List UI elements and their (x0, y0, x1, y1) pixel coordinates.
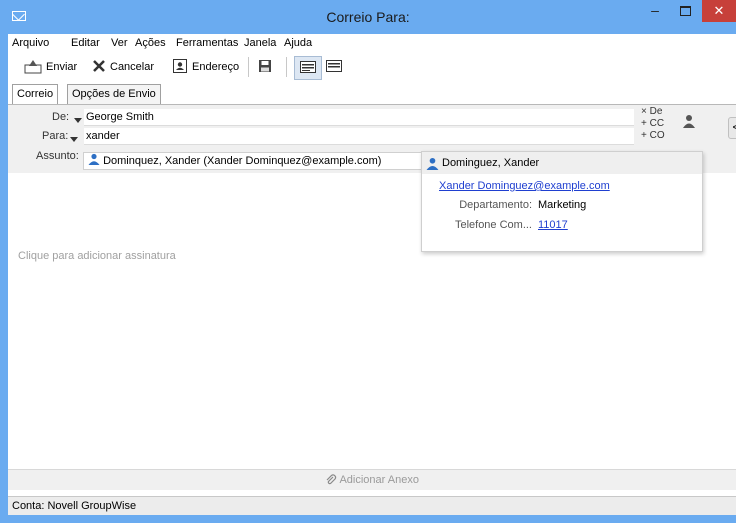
add-bcc-link[interactable]: + CO (641, 130, 665, 141)
maximize-icon (679, 6, 691, 16)
from-label: De: (52, 111, 70, 123)
to-label: Para: (42, 130, 69, 142)
add-attachment-bar[interactable]: Adicionar Anexo (8, 469, 736, 490)
department-label: Departamento: (459, 199, 532, 211)
cancel-label: Cancelar (110, 61, 155, 73)
tab-strip: Correio Opções de Envio (8, 83, 736, 105)
save-icon (258, 59, 272, 76)
menu-arquivo[interactable]: Arquivo (12, 37, 49, 49)
address-label: Endereço (192, 61, 240, 73)
department-row: Departamento: Marketing (422, 199, 702, 213)
cancel-button[interactable]: Cancelar (92, 58, 154, 76)
to-field[interactable]: xander (84, 128, 634, 145)
tab-correio[interactable]: Correio (12, 84, 59, 105)
send-icon (24, 58, 42, 77)
phone-label: Telefone Com... (454, 219, 532, 231)
menu-ferramentas[interactable]: Ferramentas (176, 37, 238, 49)
menu-janela[interactable]: Janela (244, 37, 276, 49)
address-book-icon (172, 58, 188, 77)
contact-name: Dominguez, Xander (442, 157, 540, 169)
suggestion-text: Dominquez, Xander (Xander Dominquez@exam… (103, 155, 382, 167)
toolbar: Enviar Cancelar Endereço (8, 52, 736, 82)
phone-row: Telefone Com... 11017 (422, 219, 702, 233)
signature-placeholder[interactable]: Clique para adicionar assinatura (18, 250, 176, 262)
title-bar: Correio Para: ‒ ✕ (0, 0, 736, 34)
contact-icon (426, 156, 439, 178)
contact-card-popup: Dominguez, Xander Xander Dominguez@examp… (421, 151, 703, 252)
chevron-down-icon (74, 118, 82, 124)
address-suggestion[interactable]: Dominquez, Xander (Xander Dominquez@exam… (83, 152, 429, 170)
toolbar-separator (248, 57, 249, 77)
menu-acoes[interactable]: Ações (135, 37, 166, 49)
window-title: Correio Para: (326, 9, 410, 25)
contact-email-link[interactable]: Xander Dominguez@example.com (439, 180, 610, 192)
contact-card-header: Dominguez, Xander (422, 152, 702, 174)
client-area: Arquivo Editar Ver Ações Ferramentas Jan… (8, 34, 736, 515)
minimize-button[interactable]: ‒ (642, 0, 668, 22)
chevron-left-icon: < (732, 120, 736, 134)
menu-bar: Arquivo Editar Ver Ações Ferramentas Jan… (8, 34, 736, 52)
tab-opcoes-de-envio[interactable]: Opções de Envio (67, 84, 161, 105)
toolbar-separator (286, 57, 287, 77)
account-status: Conta: Novell GroupWise (12, 500, 137, 512)
from-dropdown[interactable] (72, 113, 82, 127)
menu-editar[interactable]: Editar (71, 37, 100, 49)
maximize-button[interactable] (672, 0, 698, 22)
phone-link[interactable]: 11017 (538, 219, 568, 231)
paperclip-icon (325, 474, 339, 486)
cancel-icon (92, 59, 106, 76)
add-attachment-label: Adicionar Anexo (339, 474, 419, 486)
address-book-button[interactable]: Endereço (172, 58, 239, 76)
close-button[interactable]: ✕ (702, 0, 736, 22)
to-dropdown[interactable] (68, 132, 78, 146)
view-header-icon (300, 60, 316, 76)
person-icon[interactable] (682, 114, 696, 131)
from-field[interactable]: George Smith (84, 109, 634, 126)
view-header-button[interactable] (294, 56, 322, 80)
department-value: Marketing (538, 199, 587, 211)
view-plain-button[interactable] (326, 58, 342, 76)
menu-ver[interactable]: Ver (111, 37, 128, 49)
subject-label: Assunto: (36, 150, 79, 162)
send-button[interactable]: Enviar (24, 58, 77, 76)
chevron-down-icon (70, 137, 78, 143)
menu-ajuda[interactable]: Ajuda (284, 37, 312, 49)
view-plain-icon (326, 59, 342, 75)
status-bar: Conta: Novell GroupWise (8, 496, 736, 515)
contact-icon (88, 153, 103, 167)
collapse-panel-button[interactable]: < (728, 117, 736, 139)
send-label: Enviar (46, 61, 78, 73)
save-button[interactable] (258, 58, 276, 76)
add-cc-link[interactable]: + CC (641, 118, 664, 129)
mail-window: Correio Para: ‒ ✕ Arquivo Editar Ver Açõ… (0, 0, 736, 523)
remove-from-link[interactable]: × De (641, 106, 662, 117)
